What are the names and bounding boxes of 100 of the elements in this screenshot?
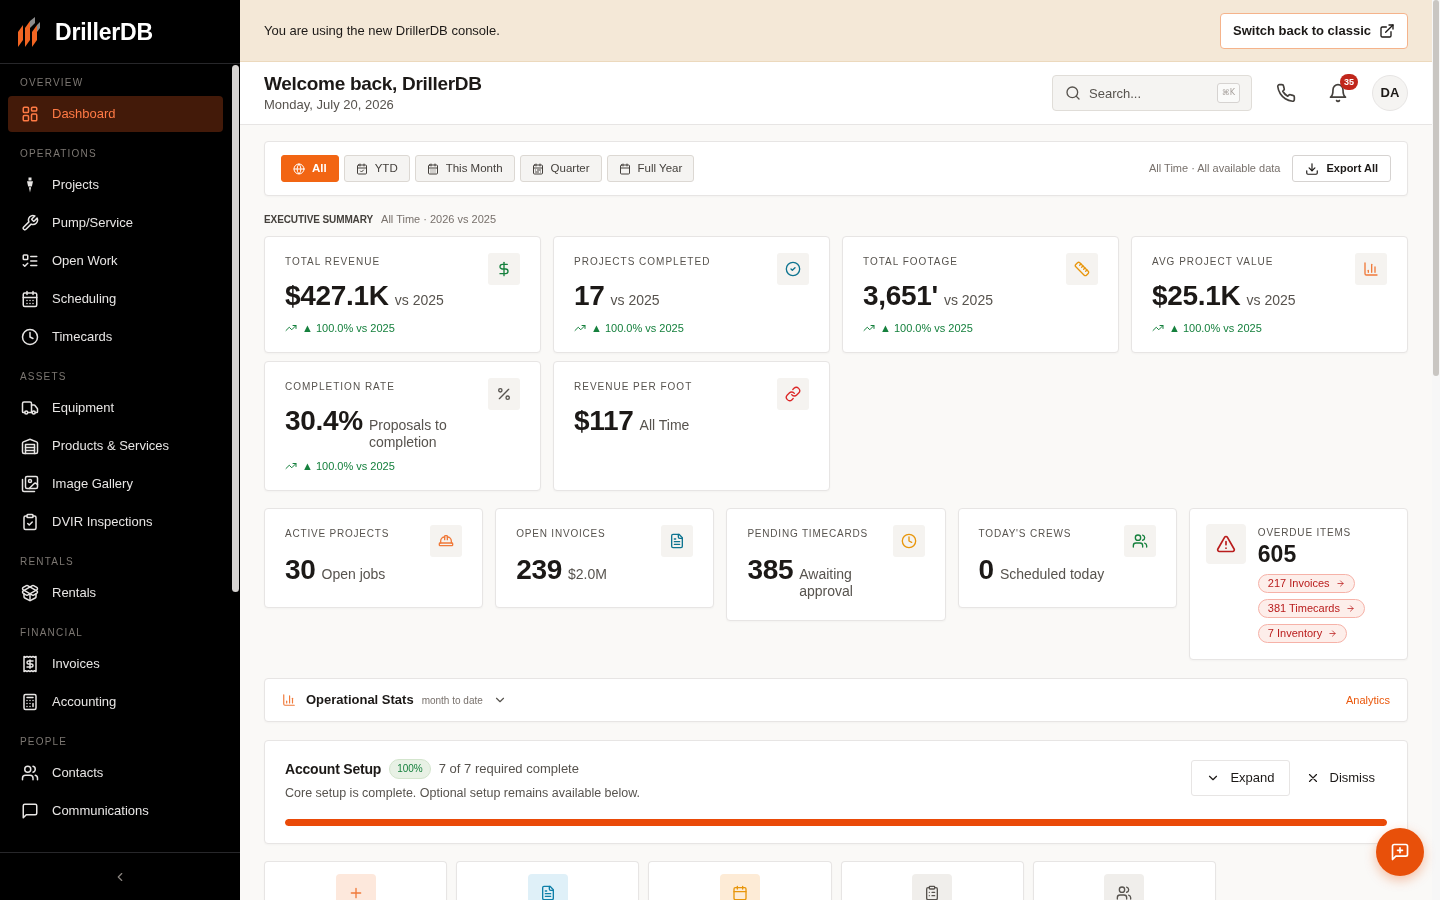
sidebar-item[interactable]: Products & Services	[8, 428, 223, 464]
kpi-note: Open jobs	[321, 566, 386, 583]
clock-icon	[892, 525, 925, 557]
sidebar-item[interactable]: Open Work	[8, 243, 223, 279]
percent-badge: 100%	[389, 759, 431, 779]
people-icon	[1123, 525, 1156, 557]
chat-button[interactable]	[1376, 828, 1424, 876]
sidebar-item[interactable]: Projects	[8, 167, 223, 203]
search-icon	[1065, 85, 1081, 101]
overdue-link[interactable]: 7 Inventory	[1257, 624, 1348, 643]
sidebar-item[interactable]: Scheduling	[8, 281, 223, 317]
sidebar-item[interactable]: Dashboard	[8, 96, 223, 132]
hard-hat-icon	[430, 525, 463, 557]
dollar-icon	[488, 253, 520, 285]
document-icon	[527, 874, 568, 900]
export-button[interactable]: Export All	[1292, 155, 1391, 182]
page-title: Welcome back, DrillerDB	[264, 72, 482, 95]
kpi-note: Scheduled today	[999, 566, 1105, 583]
kpi-label: TOTAL FOOTAGE	[863, 255, 959, 269]
sidebar-item[interactable]: Pump/Service	[8, 205, 223, 241]
nav-section-heading: OVERVIEW	[20, 76, 85, 90]
filter-tab[interactable]: YTD	[343, 155, 410, 182]
kpi-note: vs 2025	[610, 292, 660, 309]
brand-name: DrillerDB	[55, 17, 153, 46]
sidebar-item[interactable]: Communications	[8, 793, 223, 829]
ruler-icon	[1066, 253, 1098, 285]
kpi-value: 0	[978, 553, 994, 587]
kpi-label: TOTAL REVENUE	[285, 255, 382, 269]
overdue-link[interactable]: 381 Timecards	[1257, 599, 1365, 618]
filter-tab[interactable]: Full Year	[606, 155, 695, 182]
quick-action-card[interactable]	[264, 861, 448, 900]
plus-icon	[335, 874, 376, 900]
kpi-label: COMPLETION RATE	[285, 380, 396, 394]
dashboard-icon	[21, 105, 39, 123]
setup-title: Account Setup	[285, 760, 382, 778]
trend-text: ▲ 100.0% vs 2025	[302, 459, 395, 474]
overdue-link[interactable]: 217 Invoices	[1257, 574, 1355, 593]
nav-section-heading: FINANCIAL	[20, 626, 85, 640]
kpi-label: PROJECTS COMPLETED	[574, 255, 712, 269]
dismiss-button[interactable]: Dismiss	[1293, 760, 1387, 796]
download-icon	[1305, 161, 1320, 176]
calendar-icon	[426, 162, 439, 175]
sidebar-item[interactable]: Contacts	[8, 755, 223, 791]
switch-classic-button[interactable]: Switch back to classic	[1220, 12, 1408, 49]
trend-up-icon	[863, 322, 875, 334]
sidebar-item[interactable]: Invoices	[8, 646, 223, 682]
sidebar-item[interactable]: DVIR Inspections	[8, 504, 223, 540]
date-text: Monday, July 20, 2026	[264, 95, 395, 114]
kpi-label: AVG PROJECT VALUE	[1152, 255, 1275, 269]
clipboard-icon	[912, 874, 953, 900]
kpi-note: Proposals to completion	[368, 417, 448, 451]
quick-action-card[interactable]	[648, 861, 832, 900]
user-avatar[interactable]: DA	[1372, 75, 1408, 111]
arrow-right-icon	[1335, 579, 1345, 588]
scrollbar-thumb[interactable]	[232, 65, 239, 592]
kpi-value: $117	[574, 404, 634, 438]
receipt-icon	[21, 655, 39, 673]
notifications-button[interactable]: 35	[1320, 75, 1356, 111]
trend-text: ▲ 100.0% vs 2025	[880, 321, 973, 336]
shortcut-hint: ⌘K	[1216, 83, 1240, 103]
trend-up-icon	[574, 322, 586, 334]
sidebar-item[interactable]: Rentals	[8, 575, 223, 611]
kpi-note: $2.0M	[568, 566, 607, 583]
nav-section-heading: ASSETS	[20, 370, 68, 384]
trend-text: ▲ 100.0% vs 2025	[1169, 321, 1262, 336]
kpi-value: 239	[516, 553, 562, 587]
calendar-icon	[719, 874, 760, 900]
clock-icon	[21, 328, 39, 346]
expand-button[interactable]: Expand	[1191, 760, 1290, 796]
trend-up-icon	[285, 322, 297, 334]
kpi-note: vs 2025	[943, 292, 993, 309]
filter-summary: All Time · All available data	[1149, 161, 1281, 177]
calculator-icon	[21, 693, 39, 711]
sidebar-item[interactable]: Accounting	[8, 684, 223, 720]
calendar-check-icon	[355, 162, 368, 175]
filter-tab[interactable]: This Month	[414, 155, 515, 182]
section-heading: EXECUTIVE SUMMARY	[264, 213, 374, 227]
sidebar-item[interactable]: Image Gallery	[8, 466, 223, 502]
kpi-value: 605	[1257, 541, 1298, 567]
bell-icon	[1328, 83, 1348, 103]
scrollbar-thumb[interactable]	[1433, 0, 1439, 376]
sidebar-item[interactable]: Equipment	[8, 390, 223, 426]
calendar-icon	[531, 162, 544, 175]
nav-section-heading: RENTALS	[20, 555, 75, 569]
bar-chart-icon	[282, 693, 296, 707]
external-link-icon	[1379, 22, 1395, 39]
quick-action-card[interactable]	[456, 861, 640, 900]
sidebar-item[interactable]: Timecards	[8, 319, 223, 355]
quick-action-card[interactable]	[1032, 861, 1216, 900]
kpi-value: 3,651'	[863, 279, 938, 313]
truck-icon	[21, 399, 39, 417]
kpi-label: PENDING TIMECARDS	[747, 527, 870, 541]
trend-up-icon	[1152, 322, 1164, 334]
phone-icon	[1276, 83, 1296, 103]
percent-icon	[488, 378, 520, 410]
chat-plus-icon	[1390, 842, 1410, 862]
wrench-icon	[21, 214, 39, 232]
analytics-link[interactable]: Analytics	[1345, 691, 1390, 709]
filter-tab[interactable]: Quarter	[519, 155, 602, 182]
quick-action-card[interactable]	[840, 861, 1024, 900]
